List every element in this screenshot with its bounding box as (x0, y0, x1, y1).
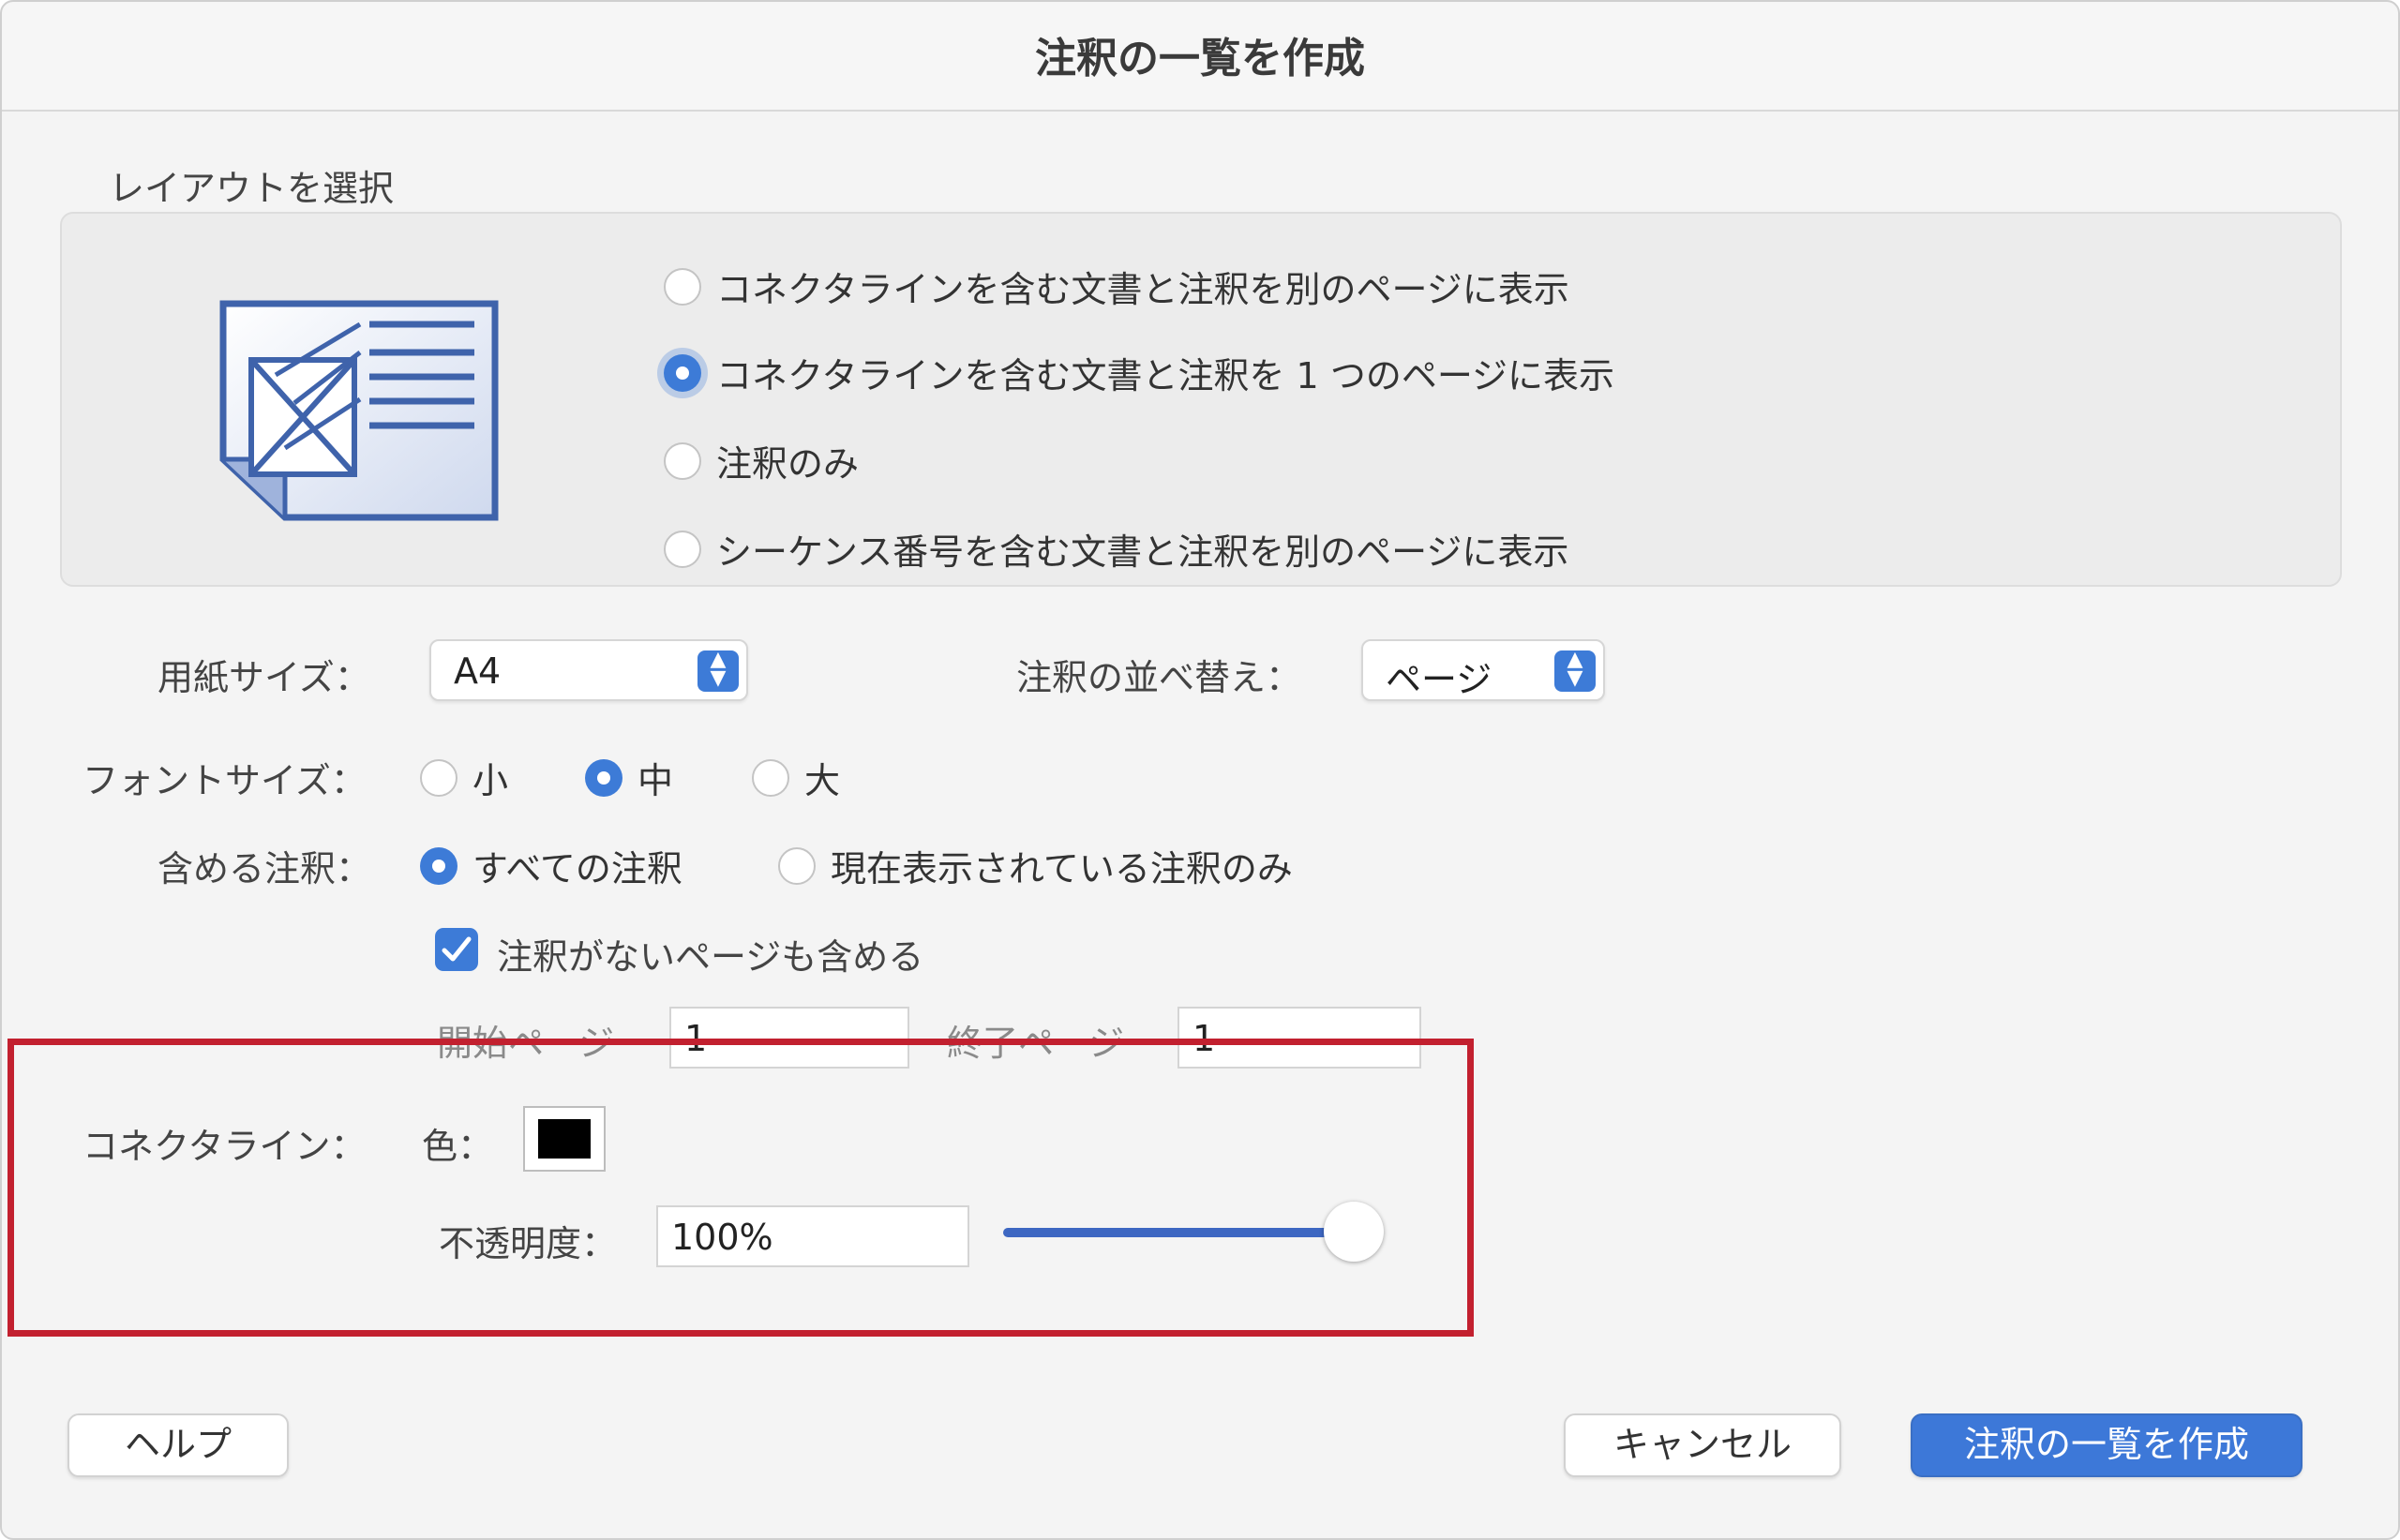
radio-button[interactable] (664, 267, 701, 306)
layout-option-label: シーケンス番号を含む文書と注釈を別のページに表示 (716, 531, 1569, 573)
include-comments-label: 含める注釈： (158, 848, 372, 890)
checkmark-icon (442, 936, 472, 962)
font-size-small-option[interactable]: 小 (420, 752, 508, 803)
radio-button[interactable] (664, 530, 701, 568)
dialog-title: 注釈の一覧を作成 (1035, 35, 1365, 82)
font-size-large-option[interactable]: 大 (752, 752, 840, 803)
highlight-box (8, 1039, 1474, 1337)
chevron-updown-icon: ▲ ▼ (698, 650, 739, 692)
paper-size-popup[interactable]: A4 ▲ ▼ (429, 639, 748, 701)
include-visible-comments-option[interactable]: 現在表示されている注釈のみ (778, 840, 1293, 891)
layout-option-label: コネクタラインを含む文書と注釈を別のページに表示 (716, 269, 1569, 310)
radio-button[interactable] (664, 441, 701, 480)
include-empty-pages-label: 注釈がないページも含める (497, 936, 924, 978)
radio-button-selected[interactable] (664, 353, 701, 392)
layout-preview-icon (219, 300, 499, 521)
sort-comments-value: ページ (1386, 659, 1492, 700)
chevron-updown-icon: ▲ ▼ (1554, 650, 1596, 692)
font-size-option-label: 小 (472, 760, 509, 801)
layout-option-comments-only[interactable]: 注釈のみ (664, 435, 859, 486)
radio-button[interactable] (752, 758, 789, 797)
radio-button-selected[interactable] (585, 758, 622, 797)
paper-size-label: 用紙サイズ： (158, 657, 370, 698)
font-size-option-label: 中 (638, 760, 674, 801)
create-summary-button[interactable]: 注釈の一覧を作成 (1911, 1413, 2302, 1477)
layout-option-separate-pages[interactable]: コネクタラインを含む文書と注釈を別のページに表示 (664, 261, 1569, 312)
sort-comments-popup[interactable]: ページ ▲ ▼ (1361, 639, 1605, 701)
dialog-titlebar: 注釈の一覧を作成 (2, 2, 2398, 112)
summarize-comments-dialog: 注釈の一覧を作成 レイアウトを選択 コネクタラインを含む文書と注釈を別のページに… (0, 0, 2400, 1540)
font-size-option-label: 大 (804, 760, 841, 801)
layout-option-sequence-numbers[interactable]: シーケンス番号を含む文書と注釈を別のページに表示 (664, 523, 1568, 575)
radio-button[interactable] (778, 846, 816, 885)
layout-section-label: レイアウトを選択 (109, 168, 395, 209)
radio-button-selected[interactable] (420, 846, 458, 885)
layout-option-label: コネクタラインを含む文書と注釈を 1 つのページに表示 (716, 355, 1615, 396)
font-size-label: フォントサイズ： (82, 760, 367, 801)
paper-size-value: A4 (454, 650, 502, 692)
include-option-label: すべての注釈 (472, 848, 682, 890)
include-option-label: 現在表示されている注釈のみ (831, 848, 1293, 890)
layout-option-single-page[interactable]: コネクタラインを含む文書と注釈を 1 つのページに表示 (664, 347, 1614, 398)
radio-button[interactable] (420, 758, 458, 797)
sort-comments-label: 注釈の並べ替え： (1016, 657, 1302, 698)
cancel-button[interactable]: キャンセル (1564, 1413, 1841, 1477)
layout-option-label: 注釈のみ (716, 443, 860, 485)
include-empty-pages-checkbox[interactable] (435, 928, 478, 971)
help-button[interactable]: ヘルプ (68, 1413, 289, 1477)
font-size-medium-option[interactable]: 中 (585, 752, 673, 803)
include-all-comments-option[interactable]: すべての注釈 (420, 840, 682, 891)
